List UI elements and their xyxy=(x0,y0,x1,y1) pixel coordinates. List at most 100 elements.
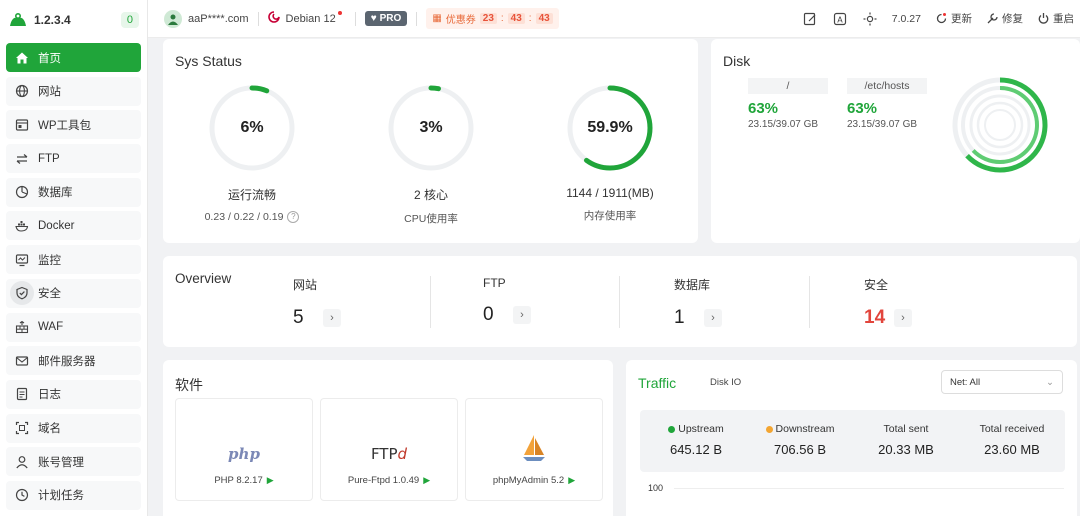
pro-label: PRO xyxy=(379,13,402,24)
notice-dot xyxy=(337,10,342,15)
overview-databases[interactable]: 数据库 1 › xyxy=(674,276,784,329)
sidebar-item[interactable]: Docker xyxy=(6,211,141,241)
software-title: 软件 xyxy=(175,377,203,393)
divider xyxy=(430,276,431,328)
os-name: Debian 12 xyxy=(285,12,336,25)
stat-value: 645.12 B xyxy=(669,442,723,457)
sidebar-item[interactable]: 首页 xyxy=(6,43,141,72)
sidebar-item-label: 安全 xyxy=(38,288,61,301)
overview-label: 网站 xyxy=(293,278,318,292)
play-icon[interactable]: ▶ xyxy=(423,475,430,486)
coupon-countdown[interactable]: ▦ 优惠券 23: 43: 43 xyxy=(426,8,559,29)
sidebar-item-label: WAF xyxy=(38,321,64,333)
overview-ftp[interactable]: FTP 0 › xyxy=(483,276,593,326)
tab-traffic[interactable]: Traffic xyxy=(638,375,676,391)
coupon-icon: ▦ xyxy=(432,13,442,24)
refresh-icon xyxy=(936,13,947,24)
gauge-value: 6% xyxy=(240,119,264,136)
load-gauge[interactable]: 6% 运行流畅 0.23 / 0.22 / 0.19? xyxy=(204,83,300,224)
memory-gauge[interactable]: 59.9% 1144 / 1911(MB) 内存使用率 xyxy=(565,83,655,223)
chevron-right-icon[interactable]: › xyxy=(704,309,722,327)
divider xyxy=(619,276,620,328)
software-name: phpMyAdmin 5.2 xyxy=(492,475,565,486)
sidebar-item[interactable]: 日志 xyxy=(6,379,141,409)
gauge-sub: 0.23 / 0.22 / 0.19 xyxy=(204,211,284,223)
sidebar-item[interactable]: 数据库 xyxy=(6,177,141,207)
disk-size: 23.15/39.07 GB xyxy=(847,119,918,130)
php-logo-icon: php xyxy=(228,445,260,463)
sidebar-item-label: 计划任务 xyxy=(38,490,84,503)
sidebar-item[interactable]: WP工具包 xyxy=(6,110,141,140)
stat-total-received: Total received 23.60 MB xyxy=(962,423,1062,457)
theme-sun-icon[interactable] xyxy=(862,11,878,27)
sidebar-item-label: 账号管理 xyxy=(38,456,84,469)
sidebar-item[interactable]: 邮件服务器 xyxy=(6,346,141,376)
network-select[interactable]: Net: All ⌄ xyxy=(941,370,1063,394)
traffic-stats: Upstream 645.12 B Downstream 706.56 B To… xyxy=(640,410,1065,472)
sidebar-item[interactable]: 域名 xyxy=(6,413,141,443)
disk-item[interactable]: /etc/hosts 63% 23.15/39.07 GB xyxy=(847,78,927,130)
sidebar-item[interactable]: 网站 xyxy=(6,76,141,106)
update-button[interactable]: 更新 xyxy=(935,11,972,26)
software-name: Pure-Ftpd 1.0.49 xyxy=(347,475,420,486)
chevron-right-icon[interactable]: › xyxy=(513,306,531,324)
sidebar-item-label: Docker xyxy=(38,219,75,232)
translate-icon[interactable]: A xyxy=(832,11,848,27)
play-icon[interactable]: ▶ xyxy=(267,475,274,486)
update-label: 更新 xyxy=(951,13,972,25)
home-icon xyxy=(14,50,30,66)
chevron-right-icon[interactable]: › xyxy=(894,309,912,327)
software-tile-phpmyadmin[interactable]: phpMyAdmin 5.2 ▶ xyxy=(465,398,603,501)
overview-label: 安全 xyxy=(864,278,889,292)
sidebar-item[interactable]: 账号管理 xyxy=(6,447,141,477)
shield-icon xyxy=(10,281,34,306)
divider xyxy=(257,11,259,26)
restart-button[interactable]: 重启 xyxy=(1037,11,1074,26)
gauge-sub: CPU使用率 xyxy=(404,213,458,225)
chevron-right-icon[interactable]: › xyxy=(323,309,341,327)
brand: 1.2.3.4 0 xyxy=(0,0,147,40)
sidebar-item-label: 数据库 xyxy=(38,187,73,200)
edit-note-icon[interactable] xyxy=(802,11,818,27)
pro-badge[interactable]: ♥ PRO xyxy=(364,11,408,26)
stat-upstream: Upstream 645.12 B xyxy=(646,423,746,457)
power-icon xyxy=(1038,13,1049,24)
disk-usage-rings xyxy=(952,77,1048,173)
cpu-gauge[interactable]: 3% 2 核心 CPU使用率 xyxy=(386,83,476,226)
monitor-icon xyxy=(14,252,30,268)
sidebar-item[interactable]: FTP xyxy=(6,144,141,174)
overview-websites[interactable]: 网站 5 › xyxy=(293,276,403,329)
os-info[interactable]: Debian 12 xyxy=(267,10,346,26)
sidebar-item[interactable]: WAF xyxy=(6,312,141,342)
notification-badge[interactable]: 0 xyxy=(120,12,139,28)
repair-button[interactable]: 修复 xyxy=(986,11,1023,26)
database-pie-icon xyxy=(14,184,30,200)
overview-value: 0 xyxy=(483,304,494,325)
stat-total-sent: Total sent 20.33 MB xyxy=(856,423,956,457)
gauge-label: 2 核心 xyxy=(413,188,448,202)
sidebar-item[interactable]: 监控 xyxy=(6,245,141,275)
software-tile-ftp[interactable]: FTPd Pure-Ftpd 1.0.49 ▶ xyxy=(320,398,458,501)
help-icon[interactable]: ? xyxy=(287,211,300,224)
countdown-minutes: 43 xyxy=(507,13,525,24)
sidebar-item-label: FTP xyxy=(38,152,60,165)
domain-scan-icon xyxy=(14,420,30,436)
sidebar-item[interactable]: 安全 xyxy=(6,278,141,308)
globe-icon xyxy=(14,83,30,99)
avatar xyxy=(164,9,182,28)
sidebar-item-label: 首页 xyxy=(38,52,61,65)
software-tile-php[interactable]: php PHP 8.2.17 ▶ xyxy=(175,398,313,501)
coupon-label: 优惠券 xyxy=(445,15,476,26)
user-account[interactable]: aaP****.com xyxy=(164,9,249,28)
network-select-value: Net: All xyxy=(950,376,981,388)
gauge-value: 3% xyxy=(419,119,443,136)
countdown-seconds: 43 xyxy=(535,13,553,24)
stat-label: Upstream xyxy=(678,423,724,435)
overview-security[interactable]: 安全 14 › xyxy=(864,276,974,329)
disk-item[interactable]: / 63% 23.15/39.07 GB xyxy=(748,78,828,130)
sidebar-item[interactable]: 计划任务 xyxy=(6,480,141,510)
aapanel-logo-icon xyxy=(8,12,28,28)
tab-disk-io[interactable]: Disk IO xyxy=(710,377,741,388)
debian-swirl-icon xyxy=(267,11,280,26)
play-icon[interactable]: ▶ xyxy=(568,475,575,486)
